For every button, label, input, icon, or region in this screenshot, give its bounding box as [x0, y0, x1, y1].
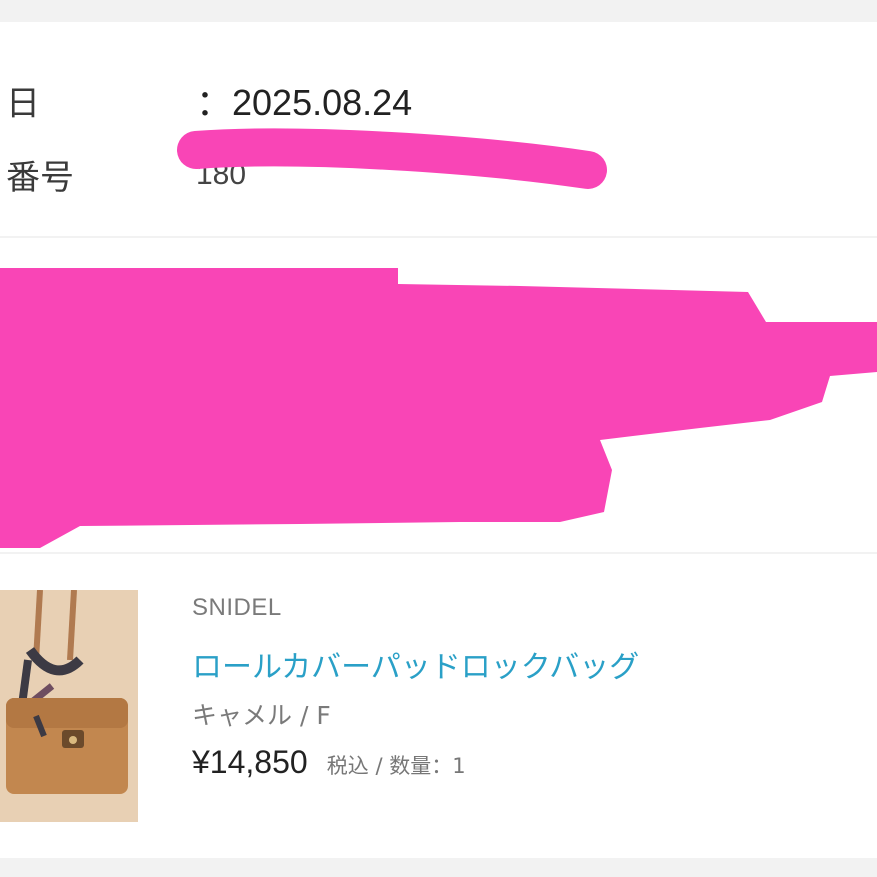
order-info-card: 日 ：2025.08.24 番号 180: [0, 22, 877, 236]
meta-separator: /: [368, 754, 390, 778]
price-row: ¥14,850 税込 / 数量：1: [192, 744, 466, 781]
bag-image: [0, 590, 138, 822]
order-number-label: 番号: [6, 158, 74, 198]
product-variant: キャメル / F: [192, 701, 331, 730]
brand-name: SNIDEL: [192, 594, 282, 621]
redacted-shipping-card: [0, 238, 877, 552]
product-card: SNIDEL ロールカバーパッドロックバッグ キャメル / F ¥14,850 …: [0, 554, 877, 858]
product-thumbnail[interactable]: [0, 590, 138, 822]
price-meta: 税込 / 数量：1: [327, 754, 466, 778]
order-date-label: 日: [6, 84, 40, 124]
product-price: ¥14,850: [192, 744, 308, 780]
tax-label: 税込: [326, 754, 369, 778]
quantity-label: 数量：1: [389, 754, 466, 778]
product-name-link[interactable]: ロールカバーパッドロックバッグ: [192, 642, 639, 686]
order-number-value: 180: [196, 158, 247, 191]
order-date-value: ：2025.08.24: [196, 82, 413, 123]
